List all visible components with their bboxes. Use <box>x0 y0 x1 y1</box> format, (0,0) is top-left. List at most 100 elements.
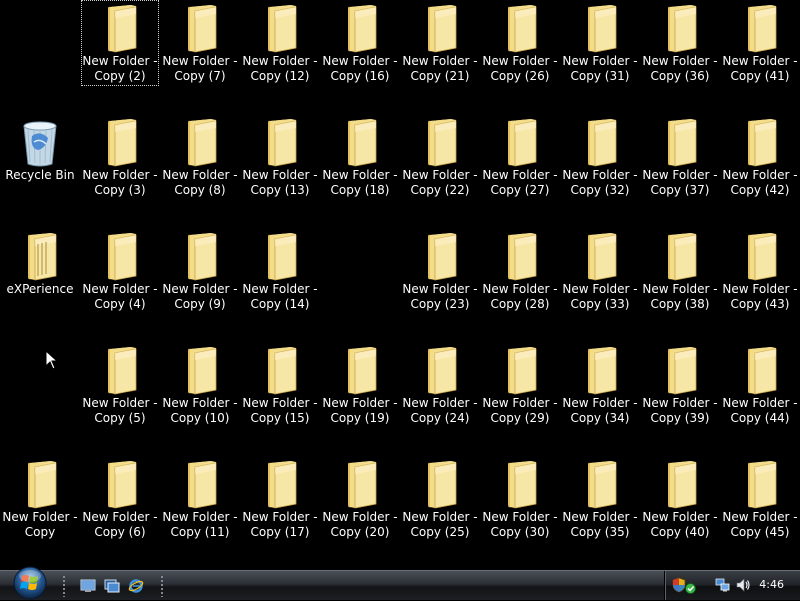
folder-icon <box>588 233 617 281</box>
folder-icon <box>268 5 297 53</box>
network-icon[interactable] <box>715 577 731 593</box>
desktop-icon-folder[interactable]: New Folder - Copy (36) <box>641 0 719 86</box>
volume-icon[interactable] <box>735 577 751 593</box>
folder-icon <box>508 119 537 167</box>
desktop-icon-folder[interactable]: New Folder - Copy (16) <box>321 0 399 86</box>
folder-icon <box>668 461 697 509</box>
folder-icon <box>428 119 457 167</box>
desktop-icon-folder[interactable]: New Folder - Copy (41) <box>721 0 799 86</box>
folder-icon <box>508 233 537 281</box>
desktop-icon-folder[interactable]: New Folder - Copy (9) <box>161 228 239 314</box>
windows-update-icon[interactable] <box>685 583 696 594</box>
desktop-icon-label: New Folder - Copy (36) <box>642 54 718 83</box>
desktop-icon-folder[interactable]: New Folder - Copy (32) <box>561 114 639 200</box>
folder-icon <box>748 233 777 281</box>
desktop-icon-folder[interactable]: New Folder - Copy (18) <box>321 114 399 200</box>
folder-icon <box>108 119 137 167</box>
desktop-icon-folder[interactable]: New Folder - Copy (19) <box>321 342 399 428</box>
desktop-icon-label: New Folder - Copy (7) <box>162 54 238 83</box>
desktop-icon-label: New Folder - Copy (15) <box>242 396 318 425</box>
desktop-icon-label: New Folder - Copy (27) <box>482 168 558 197</box>
desktop-icon-folder[interactable]: New Folder - Copy <box>1 456 79 542</box>
desktop-icon-folder[interactable]: New Folder - Copy (29) <box>481 342 559 428</box>
desktop-icon-folder[interactable]: New Folder - Copy (42) <box>721 114 799 200</box>
desktop-icon-folder[interactable]: New Folder - Copy (26) <box>481 0 559 86</box>
desktop-icon-folder[interactable]: New Folder - Copy (5) <box>81 342 159 428</box>
desktop-icon-folder[interactable]: New Folder - Copy (15) <box>241 342 319 428</box>
desktop-icon-folder[interactable]: New Folder - Copy (22) <box>401 114 479 200</box>
desktop-icon-folder[interactable]: New Folder - Copy (6) <box>81 456 159 542</box>
taskbar-grip[interactable] <box>160 575 164 597</box>
desktop-icon-folder[interactable]: New Folder - Copy (13) <box>241 114 319 200</box>
clock[interactable]: 4:46 <box>759 578 784 592</box>
desktop-icon-label: New Folder - Copy (28) <box>482 282 558 311</box>
switch-windows-icon[interactable] <box>104 578 120 594</box>
desktop-icon-recycle-bin[interactable]: Recycle Bin <box>1 114 79 200</box>
desktop-icon-folder[interactable]: New Folder - Copy (23) <box>401 228 479 314</box>
folder-icon <box>428 5 457 53</box>
taskbar-grip[interactable] <box>62 575 66 597</box>
desktop-icon-folder[interactable]: New Folder - Copy (38) <box>641 228 719 314</box>
desktop-icon-folder[interactable]: New Folder - Copy (14) <box>241 228 319 314</box>
internet-explorer-icon[interactable] <box>128 578 144 594</box>
desktop-icon-label: New Folder - Copy (14) <box>242 282 318 311</box>
desktop-icon-label: New Folder - Copy (33) <box>562 282 638 311</box>
desktop-icon-folder[interactable]: New Folder - Copy (27) <box>481 114 559 200</box>
desktop-icon-label: eXPerience <box>6 282 74 296</box>
folder-icon <box>348 5 377 53</box>
desktop-icon-label: New Folder - Copy (25) <box>402 510 478 539</box>
desktop-icon-label: New Folder - Copy (6) <box>82 510 158 539</box>
folder-icon <box>748 347 777 395</box>
desktop-icon-folder[interactable]: New Folder - Copy (21) <box>401 0 479 86</box>
folder-icon <box>428 461 457 509</box>
desktop-icon-folder[interactable]: New Folder - Copy (4) <box>81 228 159 314</box>
desktop-icon-label: New Folder - Copy (29) <box>482 396 558 425</box>
desktop-icon-folder[interactable]: New Folder - Copy (25) <box>401 456 479 542</box>
desktop-icon-folder[interactable]: New Folder - Copy (37) <box>641 114 719 200</box>
desktop-icon-folder[interactable]: New Folder - Copy (8) <box>161 114 239 200</box>
desktop-icon-folder[interactable]: New Folder - Copy (40) <box>641 456 719 542</box>
desktop-icon-folder[interactable]: New Folder - Copy (2) <box>81 0 159 86</box>
desktop-icon-folder[interactable]: New Folder - Copy (10) <box>161 342 239 428</box>
desktop-icon-label: New Folder - Copy (23) <box>402 282 478 311</box>
desktop-icon-folder[interactable]: New Folder - Copy (28) <box>481 228 559 314</box>
desktop-icon-label: New Folder - Copy (39) <box>642 396 718 425</box>
start-button[interactable] <box>8 565 52 601</box>
desktop-icon-label: New Folder - Copy (2) <box>82 54 158 83</box>
desktop-icon-folder[interactable]: New Folder - Copy (20) <box>321 456 399 542</box>
folder-icon <box>668 347 697 395</box>
folder-icon <box>588 119 617 167</box>
desktop-icon-folder[interactable]: New Folder - Copy (11) <box>161 456 239 542</box>
folder-icon <box>508 5 537 53</box>
folder-icon <box>588 5 617 53</box>
desktop-icon-folder[interactable]: New Folder - Copy (45) <box>721 456 799 542</box>
desktop-icon-folder[interactable]: New Folder - Copy (17) <box>241 456 319 542</box>
desktop-icon-folder[interactable]: New Folder - Copy (34) <box>561 342 639 428</box>
desktop-icon-folder[interactable]: New Folder - Copy (3) <box>81 114 159 200</box>
desktop-icon-label: New Folder - Copy (12) <box>242 54 318 83</box>
desktop-icon-folder[interactable]: New Folder - Copy (7) <box>161 0 239 86</box>
folder-icon <box>268 119 297 167</box>
desktop-icon-folder[interactable]: New Folder - Copy (43) <box>721 228 799 314</box>
show-desktop-icon[interactable] <box>80 578 96 594</box>
folder-icon <box>188 233 217 281</box>
desktop-icon-folder[interactable]: New Folder - Copy (35) <box>561 456 639 542</box>
desktop-icon-label: Recycle Bin <box>5 168 75 182</box>
folder-icon <box>428 233 457 281</box>
desktop-icon-folder[interactable]: New Folder - Copy (30) <box>481 456 559 542</box>
desktop-icon-folder[interactable]: New Folder - Copy (24) <box>401 342 479 428</box>
desktop-icon-label: New Folder - Copy (20) <box>322 510 398 539</box>
system-tray: 4:46 <box>664 571 800 600</box>
desktop-icon-label: New Folder - Copy (4) <box>82 282 158 311</box>
desktop-icon-folder[interactable]: New Folder - Copy (12) <box>241 0 319 86</box>
desktop-icon-folder[interactable]: eXPerience <box>1 228 79 314</box>
desktop-icon-folder[interactable]: New Folder - Copy (39) <box>641 342 719 428</box>
desktop-icon-folder[interactable]: New Folder - Copy (31) <box>561 0 639 86</box>
desktop-icon-label: New Folder - Copy (21) <box>402 54 478 83</box>
desktop-icon-folder[interactable]: New Folder - Copy (33) <box>561 228 639 314</box>
desktop-icon-folder[interactable]: New Folder - Copy (44) <box>721 342 799 428</box>
desktop[interactable]: New Folder - Copy (2) New Folder - Copy (… <box>0 0 800 570</box>
desktop-icon-label: New Folder - Copy (11) <box>162 510 238 539</box>
folder-icon <box>588 461 617 509</box>
desktop-icon-label: New Folder - Copy (40) <box>642 510 718 539</box>
